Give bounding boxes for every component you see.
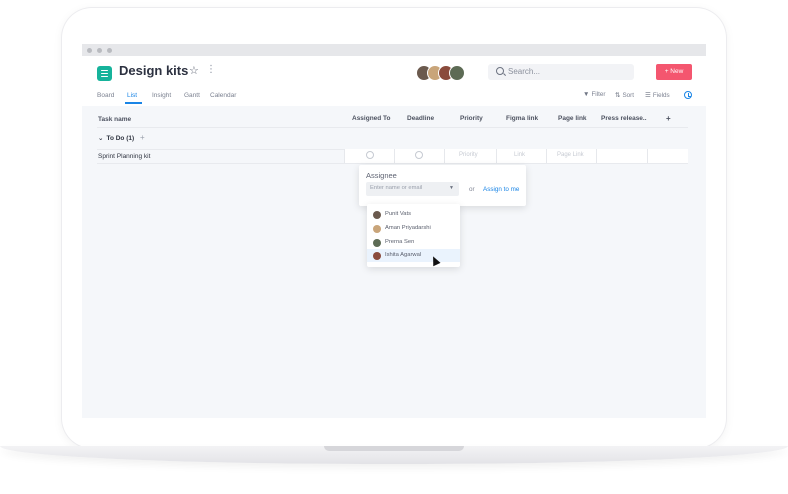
fields-icon: ☰ bbox=[645, 92, 651, 99]
search-icon bbox=[496, 67, 504, 75]
deadline-placeholder-icon[interactable] bbox=[415, 151, 423, 159]
figma-link-cell[interactable]: Link bbox=[514, 152, 525, 158]
star-icon[interactable]: ☆ bbox=[189, 64, 199, 77]
avatar bbox=[373, 252, 381, 260]
window-close-dot[interactable] bbox=[87, 48, 92, 53]
column-header-assigned-to[interactable]: Assigned To bbox=[352, 115, 391, 122]
tab-gantt[interactable]: Gantt bbox=[184, 92, 200, 99]
list-item[interactable]: Aman Priyadarshi bbox=[367, 222, 460, 235]
active-tab-indicator bbox=[125, 102, 142, 104]
page-title: Design kits bbox=[119, 63, 189, 78]
tab-board[interactable]: Board bbox=[97, 92, 114, 99]
search-placeholder: Search... bbox=[508, 67, 541, 76]
add-column-button[interactable]: + bbox=[666, 114, 671, 123]
list-app-icon bbox=[97, 66, 112, 81]
app-header: Design kits ☆ ⋮ Search... + New bbox=[82, 56, 706, 106]
chevron-down-icon[interactable]: ▼ bbox=[449, 185, 454, 191]
new-button[interactable]: + New bbox=[656, 64, 692, 80]
priority-cell[interactable]: Priority bbox=[459, 152, 478, 158]
popover-title: Assignee bbox=[366, 171, 397, 180]
list-item[interactable]: Ishita Agarwal bbox=[367, 249, 460, 262]
list-item[interactable]: Punit Vats bbox=[367, 208, 460, 221]
divider bbox=[97, 127, 688, 128]
column-header-press-release[interactable]: Press release.. bbox=[601, 115, 647, 122]
chevron-down-icon: ⌄ bbox=[98, 135, 104, 142]
column-header-figma-link[interactable]: Figma link bbox=[506, 115, 538, 122]
cell-divider bbox=[596, 149, 597, 163]
window-titlebar bbox=[82, 44, 706, 56]
history-icon[interactable] bbox=[684, 91, 692, 99]
assignee-dropdown: Punit Vats Aman Priyadarshi Prerna Sen I… bbox=[367, 204, 460, 267]
avatar bbox=[373, 239, 381, 247]
assign-to-me-link[interactable]: Assign to me bbox=[483, 186, 519, 193]
filter-label: Filter bbox=[591, 91, 606, 98]
filter-icon: ▼ bbox=[583, 91, 590, 98]
sort-button[interactable]: ⇅ Sort bbox=[615, 91, 634, 99]
page-link-cell[interactable]: Page Link bbox=[557, 152, 584, 158]
cell-divider bbox=[546, 149, 547, 163]
window-minimize-dot[interactable] bbox=[97, 48, 102, 53]
assignee-name: Prerna Sen bbox=[385, 239, 415, 245]
column-header-deadline[interactable]: Deadline bbox=[407, 115, 434, 122]
cell-divider bbox=[344, 149, 345, 163]
task-name[interactable]: Sprint Planning kit bbox=[98, 153, 150, 160]
column-header-page-link[interactable]: Page link bbox=[558, 115, 587, 122]
assignee-name: Aman Priyadarshi bbox=[385, 225, 431, 231]
column-header-priority[interactable]: Priority bbox=[460, 115, 483, 122]
assignee-name: Ishita Agarwal bbox=[385, 252, 422, 258]
sort-icon: ⇅ bbox=[615, 92, 621, 99]
add-task-button[interactable]: + bbox=[140, 133, 145, 142]
column-header-task-name[interactable]: Task name bbox=[98, 116, 131, 123]
assignee-input-placeholder: Enter name or email bbox=[370, 185, 423, 191]
filter-button[interactable]: ▼ Filter bbox=[583, 91, 605, 98]
group-label: To Do (1) bbox=[106, 135, 135, 142]
cell-divider bbox=[394, 149, 395, 163]
sort-label: Sort bbox=[622, 92, 635, 99]
app-window: Design kits ☆ ⋮ Search... + New Board Li… bbox=[82, 44, 706, 418]
list-item[interactable]: Prerna Sen bbox=[367, 236, 460, 249]
laptop-notch bbox=[324, 446, 464, 451]
avatar bbox=[373, 211, 381, 219]
avatar[interactable] bbox=[449, 65, 465, 81]
cell-divider bbox=[647, 149, 648, 163]
assignee-popover: Assignee Enter name or email ▼ or Assign… bbox=[359, 165, 526, 206]
group-header-todo[interactable]: ⌄ To Do (1) bbox=[98, 134, 134, 142]
divider bbox=[97, 163, 688, 164]
or-label: or bbox=[469, 186, 475, 193]
cell-divider bbox=[444, 149, 445, 163]
tab-insight[interactable]: Insight bbox=[152, 92, 171, 99]
cell-divider bbox=[496, 149, 497, 163]
tab-calendar[interactable]: Calendar bbox=[210, 92, 236, 99]
fields-label: Fields bbox=[652, 92, 670, 99]
assignee-placeholder-icon[interactable] bbox=[366, 151, 374, 159]
fields-button[interactable]: ☰ Fields bbox=[645, 91, 670, 99]
search-input[interactable]: Search... bbox=[488, 64, 634, 80]
assignee-search-input[interactable]: Enter name or email ▼ bbox=[366, 182, 459, 196]
window-maximize-dot[interactable] bbox=[107, 48, 112, 53]
avatar bbox=[373, 225, 381, 233]
assignee-name: Punit Vats bbox=[385, 211, 411, 217]
tab-list[interactable]: List bbox=[127, 92, 137, 99]
more-options-icon[interactable]: ⋮ bbox=[206, 64, 216, 75]
